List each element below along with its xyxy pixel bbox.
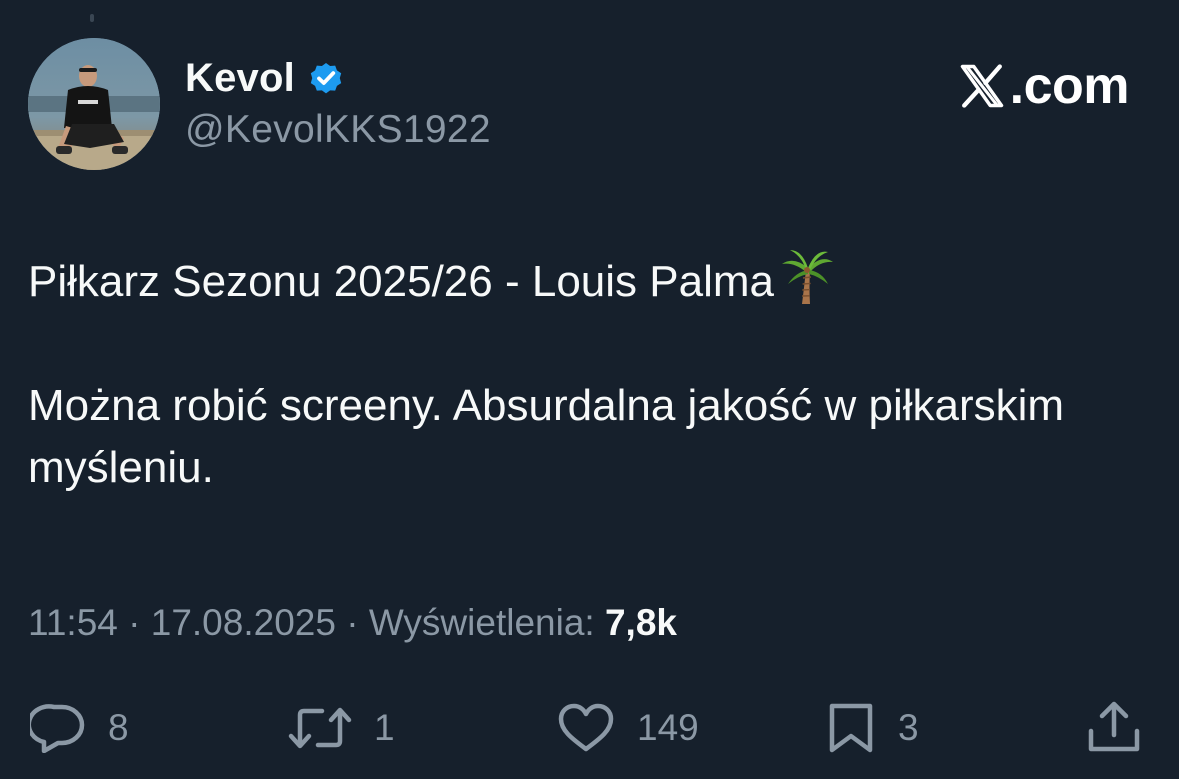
- x-logo-icon: [960, 64, 1003, 108]
- verified-badge-icon: [310, 62, 342, 94]
- share-icon: [1088, 701, 1140, 752]
- retweet-count: 1: [374, 707, 395, 748]
- heart-icon: [558, 703, 614, 752]
- tweet-date[interactable]: 17.08.2025: [151, 602, 336, 643]
- tweet-body: Piłkarz Sezonu 2025/26 - Louis Palma Moż…: [28, 248, 1138, 499]
- top-indicator-dot: [90, 14, 94, 22]
- views-count: 7,8k: [604, 602, 677, 643]
- bookmark-button[interactable]: 3: [826, 698, 919, 758]
- like-count: 149: [637, 707, 699, 748]
- tweet-line-1-text: Piłkarz Sezonu 2025/26 - Louis Palma: [28, 257, 774, 306]
- palm-tree-icon: [781, 250, 833, 304]
- tweet-actions-bar: 8 1 149 3: [0, 698, 1179, 758]
- like-button[interactable]: 149: [557, 698, 699, 758]
- reply-button[interactable]: 8: [30, 698, 129, 758]
- bookmark-icon: [829, 703, 873, 753]
- avatar[interactable]: [28, 38, 160, 170]
- retweet-button[interactable]: 1: [288, 698, 395, 758]
- share-button[interactable]: [1086, 698, 1142, 758]
- views-label: Wyświetlenia:: [368, 602, 595, 643]
- brand-logo: .com: [956, 57, 1130, 115]
- meta-separator: ·: [335, 602, 369, 643]
- bookmark-count: 3: [898, 707, 919, 748]
- reply-icon: [30, 704, 85, 753]
- tweet-line-1: Piłkarz Sezonu 2025/26 - Louis Palma: [28, 248, 1138, 313]
- tweet-time[interactable]: 11:54: [28, 602, 118, 643]
- reply-count: 8: [108, 707, 129, 748]
- brand-suffix: .com: [1009, 57, 1130, 115]
- meta-separator: ·: [117, 602, 151, 643]
- author-handle[interactable]: @KevolKKS1922: [185, 108, 491, 152]
- tweet-line-2: Można robić screeny. Absurdalna jakość w…: [28, 381, 1065, 492]
- avatar-photo: [28, 38, 160, 170]
- author-display-name[interactable]: Kevol: [185, 56, 295, 101]
- retweet-icon: [288, 707, 352, 749]
- tweet-meta: 11:54 · 17.08.2025 · Wyświetlenia: 7,8k: [28, 602, 677, 644]
